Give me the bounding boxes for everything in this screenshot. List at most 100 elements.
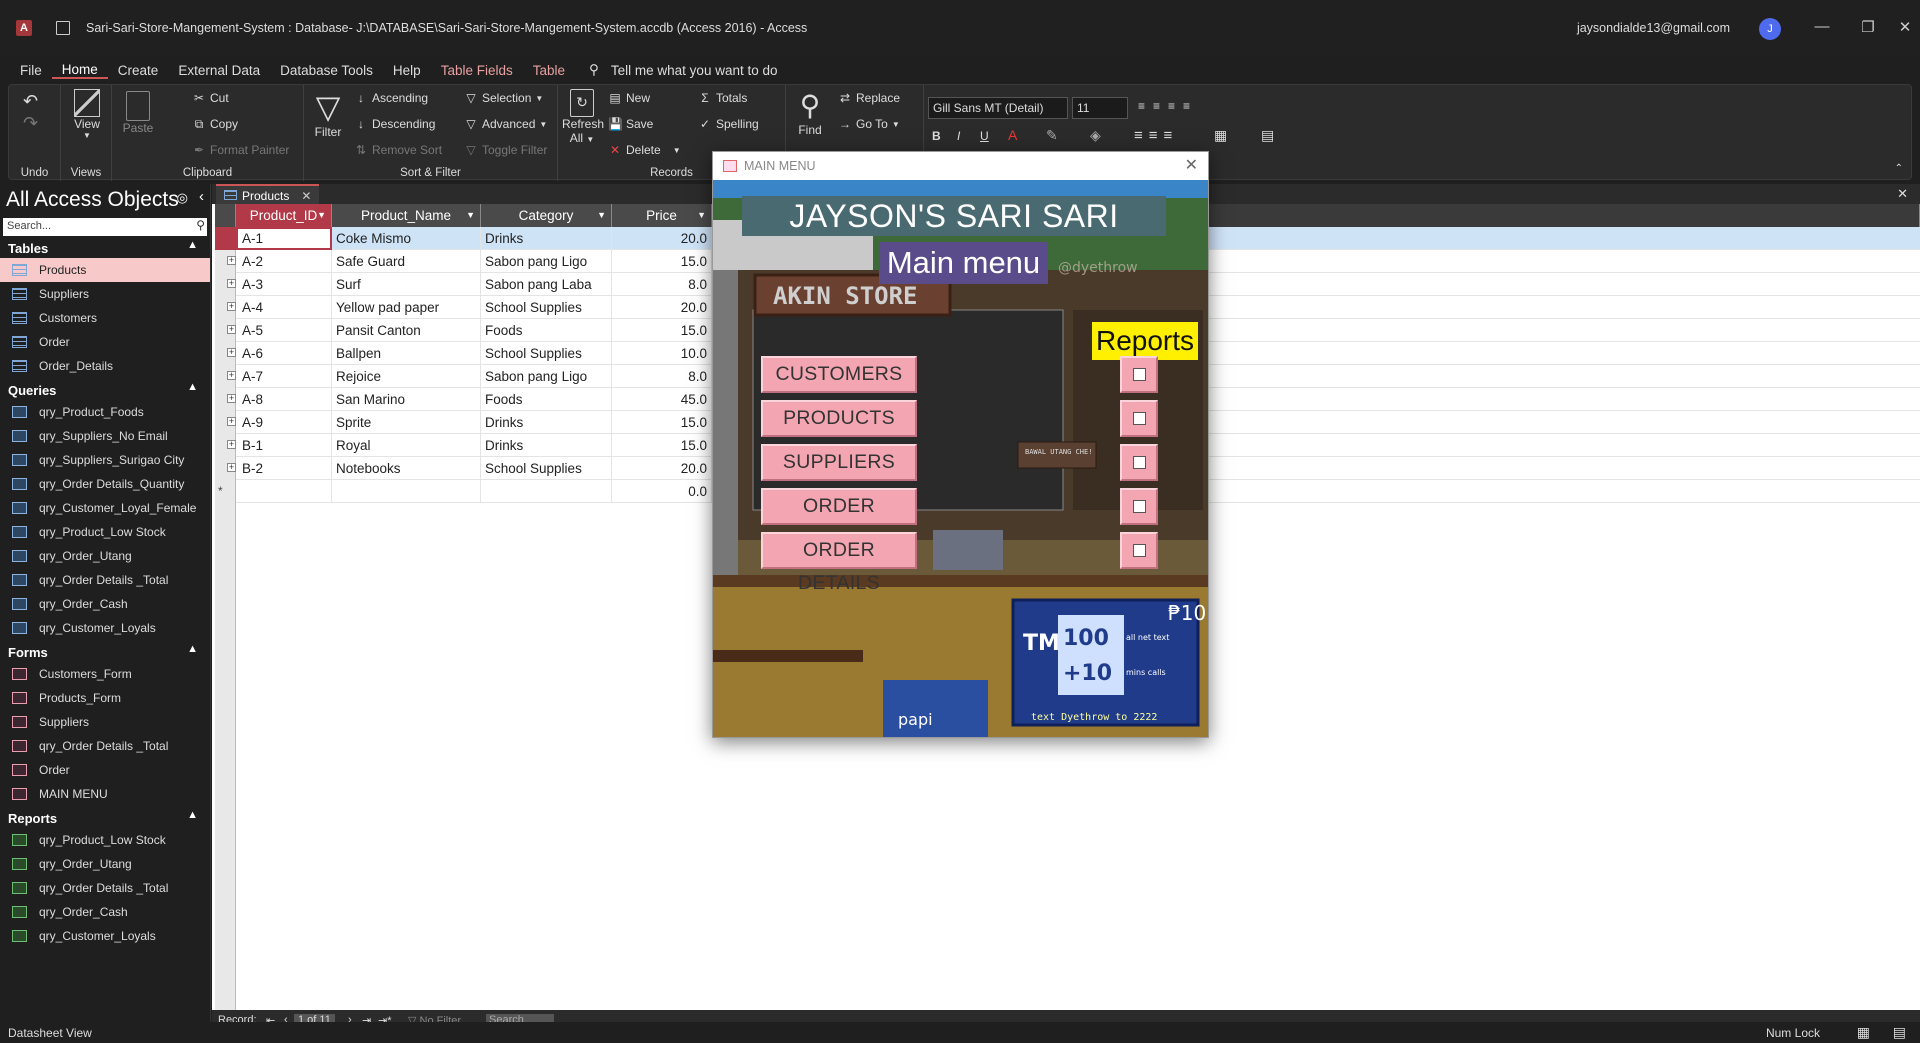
shutter-bar-icon[interactable]: ‹ [199, 188, 204, 205]
table-cell[interactable]: A-5 [236, 319, 332, 342]
column-header[interactable]: Product_ID ▼ [236, 204, 332, 227]
report-button[interactable] [1120, 532, 1158, 569]
align-icons[interactable]: ≡≡≡ [1134, 127, 1178, 144]
table-cell[interactable]: Sprite [332, 411, 481, 434]
table-cell[interactable]: Royal [332, 434, 481, 457]
nav-item-query[interactable]: qry_Product_Foods [0, 400, 210, 424]
filter-button[interactable]: ▽ Filter [310, 89, 346, 139]
table-cell[interactable]: A-4 [236, 296, 332, 319]
table-cell[interactable]: 45.0 [612, 388, 712, 411]
table-cell[interactable]: A-1 [236, 227, 332, 250]
expand-subdatasheet-icon[interactable]: + [227, 394, 236, 403]
table-cell[interactable] [332, 480, 481, 503]
alt-row-color-icon[interactable]: ▤ [1261, 127, 1274, 144]
fill-color-icon[interactable]: ◈ [1090, 127, 1101, 144]
nav-header[interactable]: All Access Objects ◎ ‹ [0, 184, 210, 214]
collapse-chevron-icon[interactable]: ▲ [187, 381, 198, 393]
table-cell[interactable]: 15.0 [612, 250, 712, 273]
save-record-button[interactable]: 💾 Save [608, 117, 653, 131]
report-button[interactable] [1120, 488, 1158, 525]
customers-button[interactable]: CUSTOMERS [761, 356, 917, 393]
save-icon[interactable] [56, 21, 70, 35]
table-cell[interactable]: Sabon pang Laba [481, 273, 612, 296]
toggle-filter-button[interactable]: ▽ Toggle Filter [464, 143, 547, 157]
column-filter-icon[interactable]: ▼ [597, 204, 606, 227]
expand-subdatasheet-icon[interactable]: + [227, 256, 236, 265]
table-cell[interactable]: 0.0 [612, 480, 712, 503]
table-cell[interactable]: Sabon pang Ligo [481, 250, 612, 273]
order-details-button[interactable]: ORDER DETAILS [761, 532, 917, 594]
nav-item-table[interactable]: Order [0, 330, 210, 354]
tab-database-tools[interactable]: Database Tools [270, 63, 383, 78]
refresh-all-button[interactable]: ↻ Refresh All ▼ [562, 89, 604, 145]
nav-item-query[interactable]: qry_Order_Cash [0, 592, 210, 616]
nav-section-tables[interactable]: Tables ▲ [0, 238, 210, 258]
font-size-select[interactable]: 11 [1072, 97, 1128, 119]
replace-button[interactable]: ⇄ Replace [838, 91, 900, 105]
nav-options-icon[interactable]: ◎ [177, 190, 188, 206]
tab-help[interactable]: Help [383, 63, 431, 78]
nav-item-report[interactable]: qry_Order Details _Total [0, 876, 210, 900]
expand-subdatasheet-icon[interactable]: + [227, 463, 236, 472]
table-cell[interactable]: Ballpen [332, 342, 481, 365]
restore-icon[interactable]: ❐ [1858, 18, 1878, 36]
advanced-button[interactable]: ▽ Advanced ▼ [464, 117, 547, 131]
collapse-chevron-icon[interactable]: ▲ [187, 809, 198, 821]
find-button[interactable]: ⚲ Find [790, 89, 830, 137]
nav-section-reports[interactable]: Reports ▲ [0, 808, 210, 828]
tab-file[interactable]: File [10, 63, 52, 78]
datasheet-view-icon[interactable]: ▦ [1857, 1024, 1870, 1041]
copy-button[interactable]: ⧉ Copy [192, 117, 238, 131]
table-cell[interactable]: Notebooks [332, 457, 481, 480]
nav-item-query[interactable]: qry_Order_Utang [0, 544, 210, 568]
nav-item-form[interactable]: Suppliers [0, 710, 210, 734]
paste-button[interactable]: Paste [120, 91, 156, 135]
table-cell[interactable]: B-2 [236, 457, 332, 480]
nav-item-table[interactable]: Products [0, 258, 210, 282]
column-filter-icon[interactable]: ▼ [317, 204, 326, 227]
table-cell[interactable]: Sabon pang Ligo [481, 365, 612, 388]
report-button[interactable] [1120, 400, 1158, 437]
nav-item-report[interactable]: qry_Customer_Loyals [0, 924, 210, 948]
font-color-button[interactable]: A [1008, 127, 1017, 143]
design-view-icon[interactable]: ▤ [1893, 1024, 1906, 1041]
table-cell[interactable]: A-6 [236, 342, 332, 365]
expand-subdatasheet-icon[interactable]: + [227, 371, 236, 380]
close-icon[interactable]: ✕ [1890, 18, 1920, 36]
expand-subdatasheet-icon[interactable]: + [227, 417, 236, 426]
nav-item-query[interactable]: qry_Customer_Loyal_Female [0, 496, 210, 520]
nav-item-table[interactable]: Customers [0, 306, 210, 330]
descending-button[interactable]: ↓ Descending [354, 117, 435, 131]
form-title-bar[interactable]: MAIN MENU ✕ [713, 152, 1208, 180]
nav-section-forms[interactable]: Forms ▲ [0, 642, 210, 662]
gridlines-icon[interactable]: ▦ [1214, 127, 1227, 144]
nav-item-form[interactable]: Customers_Form [0, 662, 210, 686]
suppliers-button[interactable]: SUPPLIERS [761, 444, 917, 481]
close-tab-icon[interactable]: ✕ [301, 189, 311, 203]
ascending-button[interactable]: ↓ Ascending [354, 91, 428, 105]
tab-table[interactable]: Table [523, 63, 575, 78]
table-cell[interactable]: 20.0 [612, 227, 712, 250]
table-cell[interactable]: A-7 [236, 365, 332, 388]
nav-item-query[interactable]: qry_Suppliers_Surigao City [0, 448, 210, 472]
totals-button[interactable]: Σ Totals [698, 91, 747, 105]
list-indent-icons[interactable]: ≡≡≡≡ [1138, 99, 1198, 113]
expand-subdatasheet-icon[interactable]: + [227, 325, 236, 334]
collapse-ribbon-icon[interactable]: ⌃ [1895, 163, 1903, 174]
table-cell[interactable]: A-3 [236, 273, 332, 296]
column-header[interactable]: Product_Name ▼ [332, 204, 481, 227]
close-document-icon[interactable]: ✕ [1897, 186, 1908, 202]
minimize-icon[interactable]: — [1812, 18, 1832, 35]
nav-item-query[interactable]: qry_Suppliers_No Email [0, 424, 210, 448]
expand-subdatasheet-icon[interactable]: + [227, 348, 236, 357]
table-cell[interactable]: Yellow pad paper [332, 296, 481, 319]
italic-button[interactable]: I [957, 129, 960, 143]
underline-button[interactable]: U [980, 129, 989, 143]
table-cell[interactable] [481, 480, 612, 503]
nav-item-query[interactable]: qry_Order Details_Quantity [0, 472, 210, 496]
cut-button[interactable]: ✂ Cut [192, 91, 229, 105]
table-cell[interactable]: Drinks [481, 411, 612, 434]
account-name[interactable]: jaysondialde13@gmail.com [1577, 21, 1730, 35]
tell-me-search[interactable]: ⚲ Tell me what you want to do [589, 62, 777, 78]
nav-section-queries[interactable]: Queries ▲ [0, 380, 210, 400]
